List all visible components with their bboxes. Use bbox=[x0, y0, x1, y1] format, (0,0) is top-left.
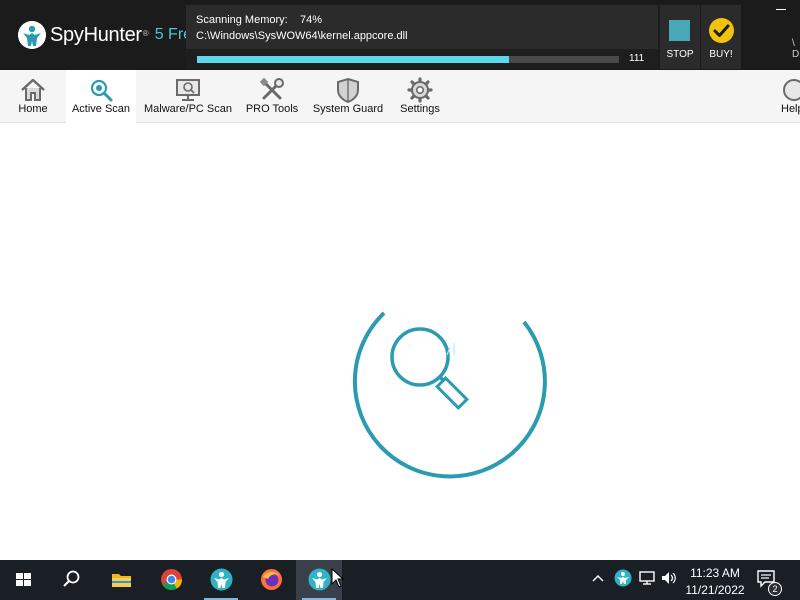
mouse-cursor-icon bbox=[331, 568, 345, 588]
spyhunter-logo: SpyHunter ® 5 Free bbox=[18, 20, 201, 50]
tab-malware-pc-scan[interactable]: Malware/PC Scan bbox=[140, 70, 236, 123]
tab-malware-pc-scan-label: Malware/PC Scan bbox=[143, 103, 233, 115]
stop-icon bbox=[669, 20, 690, 41]
tab-active-scan[interactable]: Active Scan bbox=[66, 70, 136, 123]
start-icon bbox=[16, 573, 31, 586]
tab-system-guard-label: System Guard bbox=[312, 103, 384, 115]
network-icon[interactable] bbox=[638, 569, 656, 587]
tab-pro-tools-label: PRO Tools bbox=[245, 103, 299, 115]
gear-icon bbox=[407, 77, 433, 103]
search-icon bbox=[63, 570, 80, 587]
spyhunter-icon bbox=[308, 568, 331, 591]
firefox-icon bbox=[261, 569, 282, 590]
help-icon bbox=[783, 79, 800, 101]
main-navigation: Home Active Scan Malware/PC Scan PRO Too… bbox=[0, 70, 800, 123]
minimize-button[interactable] bbox=[776, 9, 786, 10]
buy-check-icon bbox=[709, 18, 734, 43]
scan-current-file: C:\Windows\SysWOW64\kernel.appcore.dll bbox=[196, 30, 408, 42]
magnifier-icon bbox=[390, 327, 469, 410]
scan-status-label: Scanning Memory: bbox=[196, 14, 288, 26]
windows-taskbar bbox=[0, 560, 800, 600]
chrome-icon bbox=[161, 569, 182, 591]
notification-badge: 2 bbox=[768, 582, 782, 596]
spyhunter-logo-icon bbox=[18, 21, 46, 49]
tray-spyhunter-icon[interactable] bbox=[614, 569, 632, 587]
taskbar-search-button[interactable] bbox=[48, 560, 94, 600]
scan-item-count: 111 bbox=[629, 53, 645, 64]
brand-name: SpyHunter bbox=[50, 23, 142, 46]
scan-status-panel: Scanning Memory: 74% C:\Windows\SysWOW64… bbox=[186, 5, 658, 69]
tab-system-guard[interactable]: System Guard bbox=[308, 70, 388, 123]
buy-button[interactable]: BUY! bbox=[701, 5, 741, 69]
taskbar-file-explorer[interactable] bbox=[98, 560, 144, 600]
tab-pro-tools[interactable]: PRO Tools bbox=[240, 70, 304, 123]
tools-icon bbox=[259, 77, 284, 100]
scan-progress-fill bbox=[197, 56, 510, 63]
spyhunter-icon bbox=[210, 568, 233, 591]
monitor-scan-icon bbox=[176, 79, 200, 101]
tab-help-label: Help bbox=[781, 103, 800, 115]
active-scan-icon bbox=[90, 79, 113, 102]
stop-label: STOP bbox=[666, 49, 694, 60]
buy-label: BUY! bbox=[709, 49, 733, 60]
taskbar-spyhunter[interactable] bbox=[198, 560, 244, 600]
scan-percent: 74% bbox=[300, 14, 323, 26]
scan-content-area bbox=[0, 123, 800, 559]
taskbar-chrome[interactable] bbox=[148, 560, 194, 600]
tab-settings[interactable]: Settings bbox=[392, 70, 448, 123]
scan-progress-bar bbox=[197, 56, 619, 63]
tab-home[interactable]: Home bbox=[6, 70, 60, 123]
window-edge-text: \ D bbox=[792, 38, 800, 60]
file-explorer-icon bbox=[112, 574, 131, 587]
tab-active-scan-label: Active Scan bbox=[71, 103, 131, 115]
tray-chevron-up-icon[interactable] bbox=[590, 570, 606, 586]
home-icon bbox=[21, 78, 45, 101]
app-header: SpyHunter ® 5 Free Scanning Memory: 74% C… bbox=[0, 0, 800, 70]
registered-mark: ® bbox=[142, 28, 149, 38]
clock-time: 11:23 AM bbox=[690, 566, 740, 580]
tab-home-label: Home bbox=[18, 103, 48, 115]
taskbar-firefox[interactable] bbox=[248, 560, 294, 600]
tab-help[interactable]: Help bbox=[778, 70, 800, 123]
progress-strip: 111 bbox=[186, 49, 658, 69]
shield-icon bbox=[337, 77, 359, 104]
tab-settings-label: Settings bbox=[400, 103, 440, 115]
stop-button[interactable]: STOP bbox=[660, 5, 700, 69]
scanning-spinner bbox=[352, 311, 547, 479]
clock-date: 11/21/2022 bbox=[685, 583, 745, 597]
start-button[interactable] bbox=[0, 560, 46, 600]
volume-icon[interactable] bbox=[660, 569, 678, 587]
